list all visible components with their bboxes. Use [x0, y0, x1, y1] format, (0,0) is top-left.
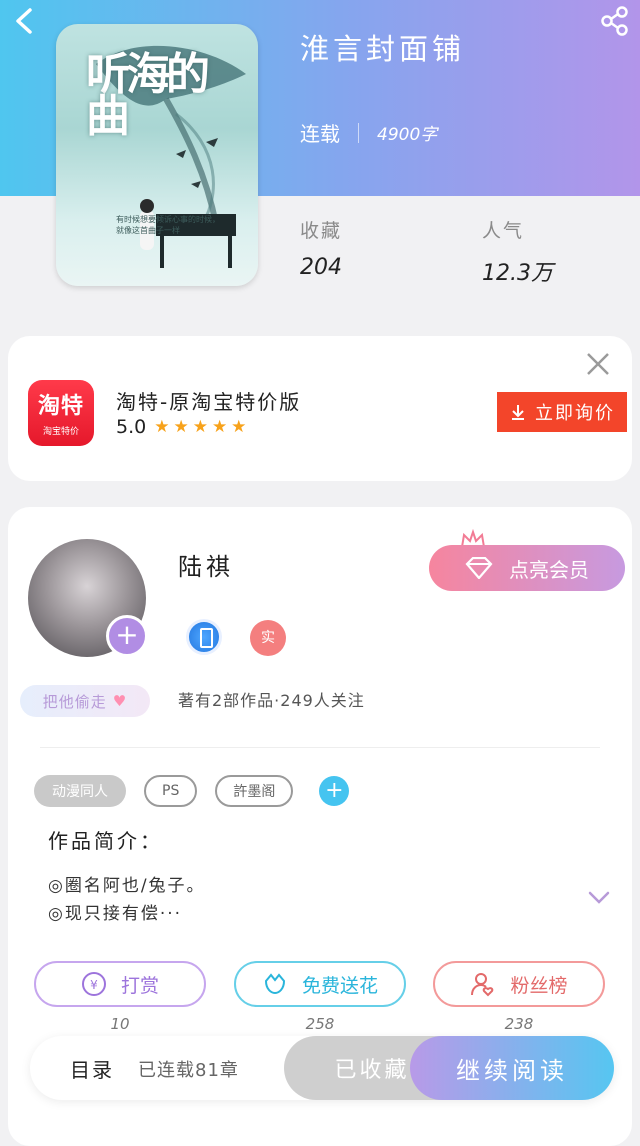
- fan-ranking-label: 粉丝榜: [510, 974, 568, 997]
- inquire-button[interactable]: 立即询价: [497, 392, 627, 432]
- vip-button[interactable]: 点亮会员: [429, 545, 625, 591]
- ad-banner[interactable]: 淘特 淘宝特价 淘特-原淘宝特价版 5.0 ★★★★★ 立即询价: [8, 336, 632, 481]
- user-heart-icon: [471, 973, 494, 997]
- stat-favorites-value: 204: [300, 255, 342, 280]
- fan-count: 238: [504, 1015, 534, 1033]
- tag-item[interactable]: 动漫同人: [34, 775, 126, 807]
- download-icon: [512, 405, 524, 420]
- chevron-down-icon[interactable]: [588, 891, 610, 905]
- add-tag-icon[interactable]: +: [319, 776, 350, 806]
- inquire-label: 立即询价: [535, 403, 615, 424]
- stat-favorites-label: 收藏: [300, 220, 343, 242]
- tip-button[interactable]: ¥ 打赏: [34, 961, 206, 1007]
- steal-button[interactable]: 把他偷走 ♥: [20, 685, 150, 717]
- ad-rating-value: 5.0: [116, 416, 147, 438]
- book-meta: 连载 4900字: [300, 118, 437, 147]
- taote-logo-text: 淘特: [37, 394, 84, 419]
- toc-button[interactable]: 目录: [70, 1054, 114, 1083]
- taote-logo: 淘特 淘宝特价: [28, 380, 94, 446]
- ad-rating: 5.0 ★★★★★: [116, 416, 250, 438]
- steal-label: 把他偷走: [42, 692, 107, 711]
- back-icon[interactable]: [10, 6, 40, 36]
- tag-item[interactable]: PS: [144, 775, 198, 807]
- taote-logo-sub: 淘宝特价: [42, 427, 79, 437]
- ad-app-name: 淘特-原淘宝特价版: [116, 390, 302, 414]
- flower-count: 258: [305, 1015, 335, 1033]
- meta-divider: [358, 122, 359, 143]
- phone-verified-badge-icon[interactable]: [186, 619, 222, 655]
- yen-coin-icon: ¥: [81, 972, 106, 996]
- flower-icon: [264, 973, 285, 995]
- intro-line: ◎圈名阿也/兔子。: [48, 876, 206, 896]
- vip-label: 点亮会员: [509, 557, 589, 582]
- tag-list: 动漫同人 PS 許墨阁 +: [34, 775, 350, 807]
- intro-line: ◎现只接有偿···: [48, 904, 183, 924]
- fan-ranking-button[interactable]: 粉丝榜: [433, 961, 605, 1007]
- cover-subtitle: 有时候想要倾诉心事的时候，就像这首曲子一样: [116, 215, 220, 235]
- bottom-bar: 目录 已连载81章 已收藏 继续阅读: [30, 1036, 614, 1100]
- tip-label: 打赏: [120, 974, 159, 997]
- cover-title: 听海的曲: [86, 49, 210, 142]
- share-icon[interactable]: [598, 4, 632, 38]
- continue-reading-button[interactable]: 继续阅读: [410, 1036, 614, 1100]
- stat-popularity-value: 12.3万: [482, 261, 553, 286]
- heart-icon: ♥: [112, 692, 128, 710]
- word-count: 4900字: [377, 125, 438, 145]
- tip-count: 10: [110, 1015, 130, 1033]
- close-icon[interactable]: [584, 350, 612, 378]
- chapter-progress[interactable]: 已连载81章: [138, 1056, 239, 1082]
- book-cover[interactable]: 听海的曲 有时候想要倾诉心事的时候，就像这首曲子一样: [56, 24, 258, 286]
- send-flower-label: 免费送花: [301, 974, 378, 997]
- author-follow-info: 著有2部作品·249人关注: [178, 691, 365, 710]
- serial-status: 连载: [300, 122, 340, 146]
- intro-title: 作品简介：: [48, 829, 163, 853]
- author-name[interactable]: 陆祺: [178, 547, 234, 582]
- stat-favorites: 收藏 204: [300, 216, 342, 280]
- diamond-icon: [465, 557, 493, 579]
- send-flower-button[interactable]: 免费送花: [234, 961, 406, 1007]
- stat-popularity: 人气 12.3万: [482, 216, 553, 287]
- star-rating-icon: ★★★★★: [154, 417, 251, 437]
- divider: [40, 747, 600, 748]
- stat-popularity-label: 人气: [482, 220, 525, 242]
- book-title: 淮言封面铺: [300, 32, 466, 66]
- svg-text:¥: ¥: [90, 978, 98, 992]
- real-name-badge-icon[interactable]: 实: [250, 620, 286, 656]
- tag-item[interactable]: 許墨阁: [215, 775, 294, 807]
- follow-plus-icon[interactable]: +: [106, 615, 148, 657]
